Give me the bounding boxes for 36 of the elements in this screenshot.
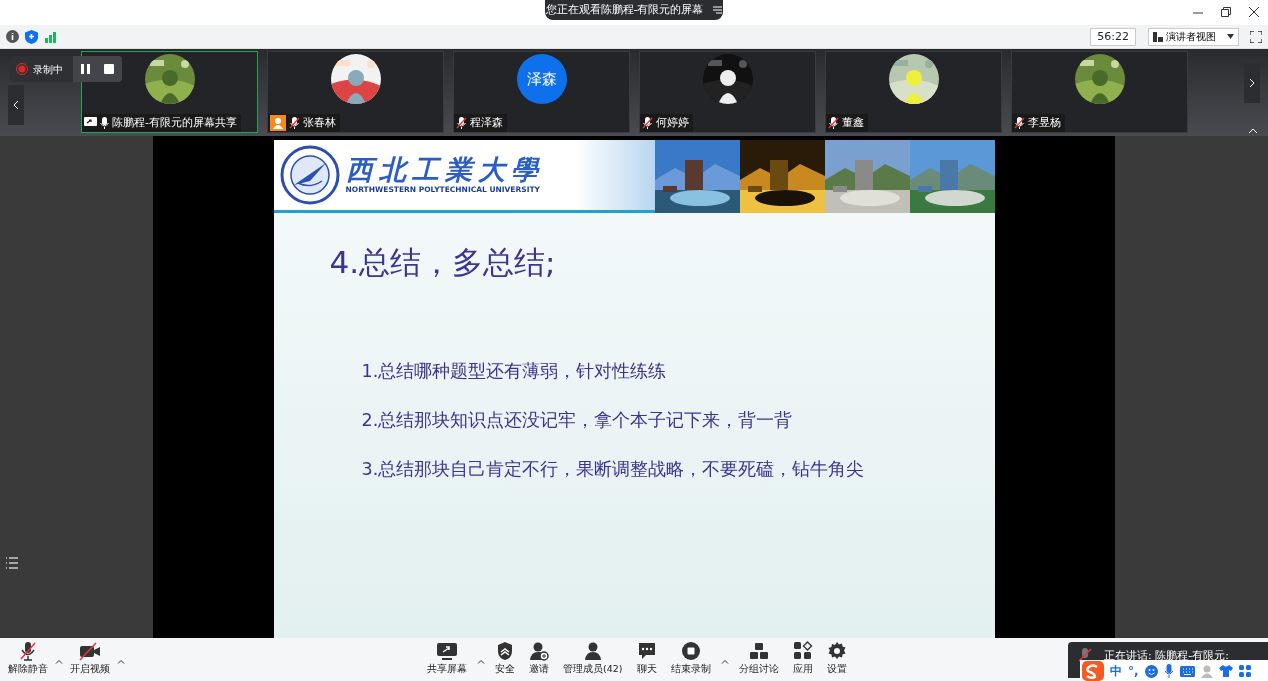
participant-name: 何婷婷	[656, 114, 689, 131]
bullet-point: 2.总结那块知识点还没记牢，拿个本子记下来，背一背	[361, 408, 794, 432]
participant-name: 董鑫	[842, 114, 864, 131]
input-mode[interactable]: 中	[1110, 662, 1122, 680]
bullet-point: 3.总结那块自己肯定不行，果断调整战略，不要死磕，钻牛角尖	[361, 458, 866, 481]
university-name: 西北工業大學	[345, 154, 544, 185]
video-tile[interactable]: 陈鹏程-有限元的屏幕共享	[81, 51, 258, 133]
participant-name: 李昱杨	[1028, 114, 1061, 131]
participant-name: 张春林	[303, 114, 336, 131]
view-button[interactable]: 演讲者视图	[1147, 27, 1239, 46]
toolbar-button[interactable]: 分组讨论	[731, 638, 786, 677]
video-tile[interactable]: 张春林	[267, 51, 444, 133]
video-tile[interactable]: 董鑫	[825, 51, 1002, 133]
speaker-indicator: 正在讲话: 陈鹏程-有限元:	[1104, 649, 1229, 662]
bullet-point: 1.总结哪种题型还有薄弱，针对性练练	[361, 359, 668, 383]
toolbar-button[interactable]: 设置	[819, 638, 854, 677]
meeting-timer: 56:22	[1090, 27, 1136, 46]
avatar: 泽森	[516, 54, 567, 104]
video-tile[interactable]: 何婷婷	[639, 51, 816, 133]
punctuation-mode[interactable]: °,	[1128, 662, 1139, 680]
toolbar-button[interactable]: 开启视频	[68, 638, 112, 677]
toolbar-button[interactable]: 解除静音	[6, 638, 50, 677]
video-tile[interactable]: 泽森 程泽森	[453, 51, 630, 133]
toolbar-button[interactable]: 邀请	[522, 638, 556, 677]
banner-text: 您正在观看陈鹏程-有限元的屏幕	[545, 1, 704, 18]
toolbar-button[interactable]: 应用	[785, 638, 820, 677]
toolbar-button[interactable]: 共享屏幕	[420, 638, 474, 677]
toolbar-button[interactable]: 管理成员(42)	[556, 638, 630, 677]
participant-name: 陈鹏程-有限元的屏幕共享	[112, 114, 237, 131]
recording-label: 录制中	[33, 62, 63, 77]
participant-name: 程泽森	[470, 114, 503, 131]
slide-title: 4.总结，多总结;	[329, 243, 557, 282]
toolbar-button[interactable]: 聊天	[629, 638, 664, 677]
video-tile[interactable]: 李昱杨	[1011, 51, 1188, 133]
toolbar-button[interactable]: 结束录制	[663, 638, 718, 677]
toolbar-button[interactable]: 安全	[488, 638, 522, 677]
